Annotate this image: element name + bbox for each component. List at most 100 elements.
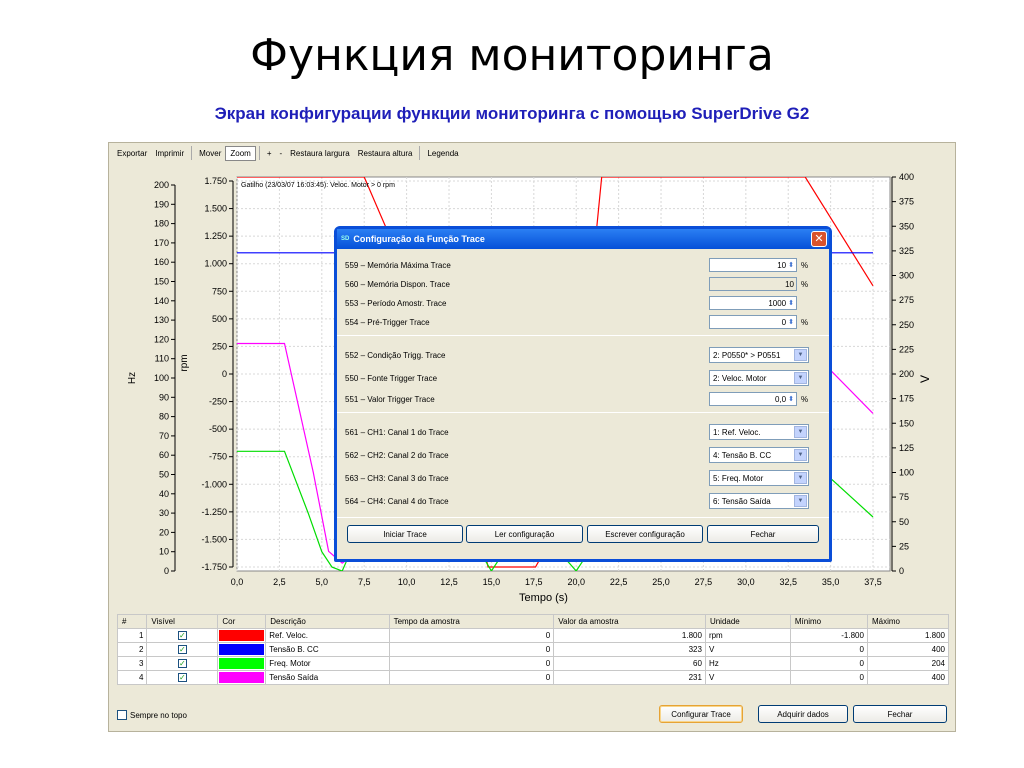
column-header-index[interactable]: # xyxy=(116,614,148,629)
column-header-minimo[interactable]: Mínimo xyxy=(789,614,868,629)
column-header-unidade[interactable]: Unidade xyxy=(704,614,791,629)
spinner-icon[interactable]: ⬍ xyxy=(788,395,794,403)
column-header-maximo[interactable]: Máximo xyxy=(866,614,950,629)
v-tick-label: 225 xyxy=(899,344,914,354)
visible-checkbox[interactable]: ✓ xyxy=(177,645,187,654)
toolbar-mover-button[interactable]: Mover xyxy=(195,147,225,160)
channel-row: 563 – CH3: Canal 3 do Trace 5: Freq. Moto… xyxy=(345,470,825,486)
trigger-select[interactable]: 2: P0550* > P0551 ▼ xyxy=(709,347,809,363)
table-row[interactable]: 2 ✓ Tensão B. CC 0 323 V 0 400 xyxy=(116,642,950,657)
color-swatch[interactable] xyxy=(219,644,265,655)
column-header-valor-da-amostra[interactable]: Valor da amostra xyxy=(553,614,706,629)
max-cell: 1.800 xyxy=(866,628,950,643)
toolbar-separator xyxy=(191,146,193,160)
hz-axis-label: Hz xyxy=(127,372,138,384)
dialog-title: Configuração da Função Trace xyxy=(353,234,485,244)
footer-adquirir-dados-button[interactable]: Adquirir dados xyxy=(758,705,848,723)
channel-select[interactable]: 5: Freq. Motor ▼ xyxy=(709,470,809,486)
table-row[interactable]: 3 ✓ Freq. Motor 0 60 Hz 0 204 xyxy=(116,656,950,671)
visible-checkbox[interactable]: ✓ xyxy=(177,631,187,640)
trigger-select[interactable]: 2: Veloc. Motor ▼ xyxy=(709,370,809,386)
max-cell: 204 xyxy=(866,656,950,671)
channel-label: 563 – CH3: Canal 3 do Trace xyxy=(345,473,449,483)
hz-tick-label: 80 xyxy=(159,412,169,422)
dialog-separator xyxy=(337,412,829,413)
x-tick-label: 27,5 xyxy=(695,577,713,587)
hz-tick-label: 0 xyxy=(164,566,169,576)
color-swatch[interactable] xyxy=(219,658,265,669)
column-header-cor[interactable]: Cor xyxy=(217,614,267,629)
x-tick-label: 0,0 xyxy=(231,577,244,587)
toolbar-exportar-button[interactable]: Exportar xyxy=(113,147,151,160)
channel-select[interactable]: 1: Ref. Veloc. ▼ xyxy=(709,424,809,440)
slide-title: Функция мониторинга xyxy=(250,30,774,81)
rpm-axis-label: rpm xyxy=(179,354,190,371)
toolbar-legenda-button[interactable]: Legenda xyxy=(423,147,462,160)
x-tick-label: 10,0 xyxy=(398,577,416,587)
v-tick-label: 125 xyxy=(899,443,914,453)
visible-checkbox[interactable]: ✓ xyxy=(177,673,187,682)
dialog-close-button[interactable]: ✕ xyxy=(811,231,827,247)
chevron-down-icon[interactable]: ▼ xyxy=(794,495,807,507)
close-icon: ✕ xyxy=(814,233,824,245)
x-tick-label: 15,0 xyxy=(483,577,501,587)
param-value-field[interactable]: 1000 ⬍ xyxy=(709,296,797,310)
toolbar-restaura-largura-button[interactable]: Restaura largura xyxy=(286,147,354,160)
channel-select[interactable]: 6: Tensão Saída ▼ xyxy=(709,493,809,509)
toolbar-imprimir-button[interactable]: Imprimir xyxy=(151,147,188,160)
dialog-fechar-button[interactable]: Fechar xyxy=(707,525,819,543)
chevron-down-icon[interactable]: ▼ xyxy=(794,372,807,384)
dialog-iniciar-trace-button[interactable]: Iniciar Trace xyxy=(347,525,463,543)
trigger-value-field[interactable]: 0,0 ⬍ xyxy=(709,392,797,406)
dialog-ler-configuracao-button[interactable]: Ler configuração xyxy=(466,525,583,543)
table-row[interactable]: 1 ✓ Ref. Veloc. 0 1.800 rpm -1.800 1.800 xyxy=(116,628,950,643)
footer-configurar-trace-button[interactable]: Configurar Trace xyxy=(659,705,743,723)
spinner-icon[interactable]: ⬍ xyxy=(788,299,794,307)
visible-checkbox[interactable]: ✓ xyxy=(177,659,187,668)
x-tick-label: 2,5 xyxy=(273,577,286,587)
column-header-descricao[interactable]: Descrição xyxy=(265,614,390,629)
channel-select[interactable]: 4: Tensão B. CC ▼ xyxy=(709,447,809,463)
trigger-value-unit: % xyxy=(801,394,809,404)
rpm-tick-label: 750 xyxy=(212,286,227,296)
toolbar-zoom-in-button[interactable]: + xyxy=(263,147,276,160)
spinner-icon[interactable]: ⬍ xyxy=(788,318,794,326)
hz-tick-label: 170 xyxy=(154,238,169,248)
color-cell xyxy=(217,628,267,643)
v-tick-label: 400 xyxy=(899,172,914,182)
toolbar-restaura-altura-button[interactable]: Restaura altura xyxy=(354,147,417,160)
rpm-tick-label: 1.000 xyxy=(204,259,227,269)
channel-row: 561 – CH1: Canal 1 do Trace 1: Ref. Veloc… xyxy=(345,424,825,440)
channel-select-value: 5: Freq. Motor xyxy=(713,473,764,483)
dialog-escrever-configuracao-button[interactable]: Escrever configuração xyxy=(587,525,703,543)
param-label: 553 – Período Amostr. Trace xyxy=(345,298,447,308)
x-tick-label: 32,5 xyxy=(779,577,797,587)
column-header-visivel[interactable]: Visível xyxy=(146,614,219,629)
description-cell: Tensão Saída xyxy=(265,670,390,685)
chevron-down-icon[interactable]: ▼ xyxy=(794,449,807,461)
toolbar: Exportar Imprimir Mover Zoom + - Restaura larg… xyxy=(109,143,955,163)
always-on-top-checkbox[interactable]: Sempre no topo xyxy=(117,710,187,720)
chevron-down-icon[interactable]: ▼ xyxy=(794,426,807,438)
color-swatch[interactable] xyxy=(219,630,265,641)
column-header-tempo-da-amostra[interactable]: Tempo da amostra xyxy=(388,614,555,629)
rpm-tick-label: -1.000 xyxy=(201,479,227,489)
color-swatch[interactable] xyxy=(219,672,265,683)
checkbox-box[interactable] xyxy=(117,710,127,720)
toolbar-zoom-out-button[interactable]: - xyxy=(275,147,286,160)
footer-fechar-button[interactable]: Fechar xyxy=(853,705,947,723)
x-tick-label: 12,5 xyxy=(440,577,458,587)
trigger-value-row: 551 – Valor Trigger Trace 0,0 ⬍% xyxy=(345,391,825,407)
table-row[interactable]: 4 ✓ Tensão Saída 0 231 V 0 400 xyxy=(116,670,950,685)
x-tick-label: 20,0 xyxy=(567,577,585,587)
dialog-titlebar[interactable]: SD Configuração da Função Trace xyxy=(337,229,829,249)
chart-area: 0,0 2,5 5,0 7,5 10,0 12,5 15,0 17,5 20,0 22,5 25,0… xyxy=(109,165,955,611)
chevron-down-icon[interactable]: ▼ xyxy=(794,472,807,484)
chevron-down-icon[interactable]: ▼ xyxy=(794,349,807,361)
param-value-field[interactable]: 10 ⬍ xyxy=(709,258,797,272)
param-value-field[interactable]: 0 ⬍ xyxy=(709,315,797,329)
hz-tick-label: 130 xyxy=(154,315,169,325)
param-row: 554 – Pré-Trigger Trace 0 ⬍% xyxy=(345,314,825,330)
spinner-icon[interactable]: ⬍ xyxy=(788,261,794,269)
toolbar-zoom-button[interactable]: Zoom xyxy=(225,145,256,161)
